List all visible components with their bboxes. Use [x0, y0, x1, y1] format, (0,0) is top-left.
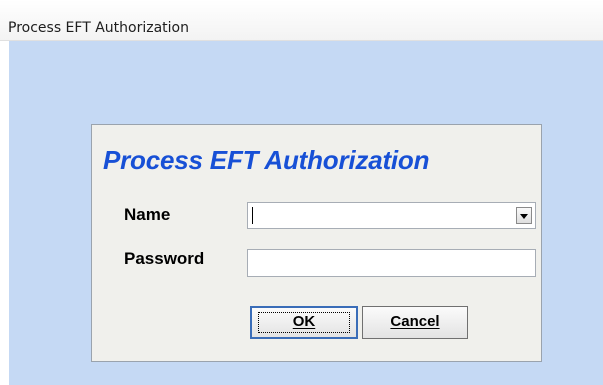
name-dropdown-button[interactable] [516, 207, 532, 224]
window-title: Process EFT Authorization [8, 20, 189, 36]
cancel-button-label: Cancel [390, 313, 440, 330]
password-field[interactable] [247, 249, 536, 277]
login-panel: Process EFT Authorization Name Password … [91, 124, 542, 362]
cancel-button[interactable]: Cancel [362, 306, 468, 339]
focus-rectangle [258, 312, 350, 333]
chevron-down-icon [520, 214, 528, 219]
name-label: Name [124, 205, 171, 224]
title-bar: Process EFT Authorization [0, 0, 603, 41]
password-label: Password [124, 249, 205, 268]
text-caret [252, 207, 253, 224]
ok-button[interactable]: OK [250, 306, 358, 339]
name-combobox[interactable] [247, 202, 536, 229]
dialog-heading: Process EFT Authorization [103, 145, 430, 175]
name-input[interactable] [248, 203, 510, 228]
password-input[interactable] [248, 250, 535, 276]
app-window: Process EFT Authorization Process EFT Au… [0, 0, 603, 385]
